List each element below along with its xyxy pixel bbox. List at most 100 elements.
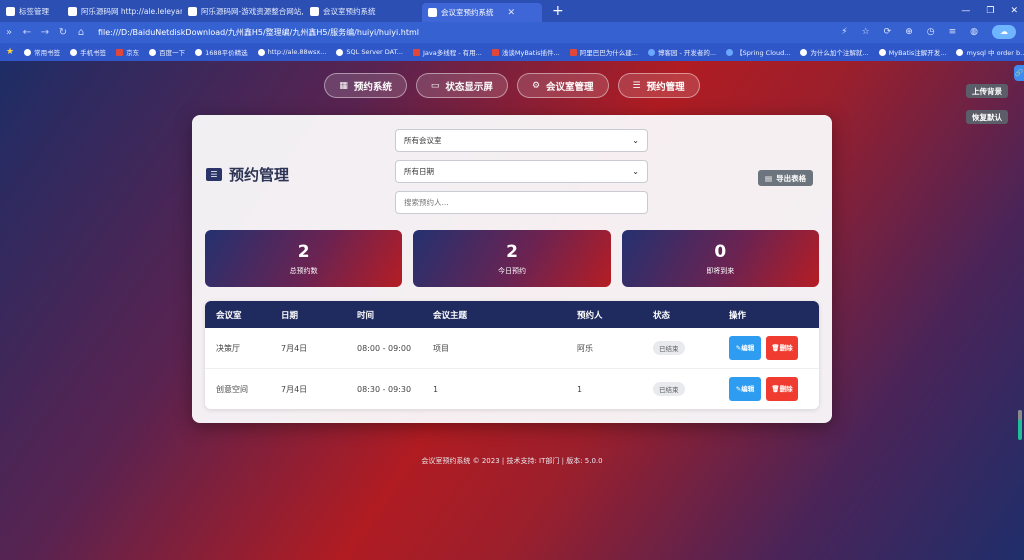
cloud-icon[interactable]: ☁ xyxy=(992,25,1016,39)
tab-favicon-icon xyxy=(310,6,319,16)
bookmark-icon xyxy=(70,48,78,56)
edit-button[interactable]: ✎ 编辑 xyxy=(729,336,761,360)
bookmark-item[interactable]: 浅谈MyBatis插件... xyxy=(491,47,560,57)
table-row: 决策厅 7月4日 08:00 - 09:00 项目 阿乐 已结束 ✎ 编辑 🗑 删除 xyxy=(205,328,819,369)
trash-icon: 🗑 xyxy=(771,344,780,352)
sidebar-toggle-icon[interactable]: » xyxy=(0,27,18,38)
browser-tab[interactable]: 阿乐源码网-游戏资源整合网站,不... xyxy=(182,0,304,22)
cell-topic: 项目 xyxy=(433,343,449,353)
bookmark-item[interactable]: 【Spring Cloud... xyxy=(726,47,790,57)
edit-button[interactable]: ✎ 编辑 xyxy=(729,377,761,401)
browser-tab[interactable]: 标签管理 xyxy=(0,0,62,22)
new-tab-icon[interactable]: + xyxy=(542,3,574,19)
forward-icon[interactable]: → xyxy=(36,27,54,38)
nav-room-management[interactable]: ⚙ 会议室管理 xyxy=(516,73,609,98)
restore-icon[interactable]: ❐ xyxy=(986,6,994,16)
bookmark-icon xyxy=(336,48,344,56)
history-icon[interactable]: ◷ xyxy=(927,27,935,37)
bookmark-icon xyxy=(647,48,655,56)
bookmark-icon xyxy=(956,48,964,56)
scrollbar-thumb[interactable] xyxy=(1018,410,1022,420)
cell-status: 已结束 xyxy=(653,382,729,396)
bookmark-item[interactable]: MyBatis注解开发... xyxy=(878,47,946,57)
calendar-icon: ▦ xyxy=(339,80,348,91)
room-filter-select[interactable]: 所有会议室 ⌄ xyxy=(395,129,648,152)
star-icon[interactable]: ☆ xyxy=(862,27,870,37)
bookmark-item[interactable]: http://ale.88wsx... xyxy=(257,48,326,56)
reset-default-button[interactable]: 恢复默认 xyxy=(966,110,1008,124)
page-title: ☰ 预约管理 xyxy=(206,164,289,185)
profile-icon[interactable]: ◍ xyxy=(970,27,978,37)
browser-tab[interactable]: 阿乐源码网 http://ale.leleyang... xyxy=(62,0,182,22)
bookmark-item[interactable]: 为什么加个注解就... xyxy=(800,47,869,57)
cell-time: 08:30 - 09:30 xyxy=(357,384,412,394)
bookmark-item[interactable]: 阿里巴巴为什么建... xyxy=(569,47,638,57)
date-filter-select[interactable]: 所有日期 ⌄ xyxy=(395,160,648,183)
status-badge: 已结束 xyxy=(653,382,685,396)
bookmark-icon xyxy=(116,48,124,56)
back-icon[interactable]: ← xyxy=(18,27,36,38)
bookmark-item[interactable]: 博客园 - 开发者的... xyxy=(647,47,716,57)
browser-tab-strip: 标签管理 阿乐源码网 http://ale.leleyang... 阿乐源码网-… xyxy=(0,0,1024,22)
bookmark-item[interactable]: SQL Server DAT... xyxy=(336,48,403,56)
menu-icon[interactable]: ≡ xyxy=(949,27,957,37)
bookmark-item[interactable]: 京东 xyxy=(116,47,139,57)
stat-card-total: 2 总预约数 xyxy=(205,230,403,287)
list-icon: ☰ xyxy=(206,168,222,181)
reload-icon[interactable]: ↻ xyxy=(54,27,72,38)
cell-actions: ✎ 编辑 🗑 删除 xyxy=(729,336,819,360)
status-badge: 已结束 xyxy=(653,341,685,355)
cell-date: 7月4日 xyxy=(281,384,308,394)
cell-topic: 1 xyxy=(433,384,439,394)
bookmark-icon xyxy=(195,48,203,56)
booking-management-card: ☰ 预约管理 所有会议室 ⌄ 所有日期 ⌄ ▤ 导出表格 2 总预约数 2 xyxy=(192,115,832,423)
download-icon[interactable]: ⊕ xyxy=(905,27,913,37)
trash-icon: 🗑 xyxy=(771,385,780,393)
window-controls: — ❐ ✕ xyxy=(961,0,1018,22)
bookmark-star-icon[interactable]: ★ xyxy=(6,47,14,57)
close-window-icon[interactable]: ✕ xyxy=(1010,6,1018,16)
search-input[interactable] xyxy=(395,191,648,214)
bookmark-item[interactable]: 手机书签 xyxy=(70,47,106,57)
list-icon: ☰ xyxy=(632,80,641,91)
tab-favicon-icon xyxy=(68,6,77,16)
bookmark-item[interactable]: Java多线程 - 有用... xyxy=(412,47,482,57)
browser-tab[interactable]: 会议室预约系统 xyxy=(304,0,422,22)
file-export-icon: ▤ xyxy=(765,173,773,183)
tab-favicon-icon xyxy=(428,8,437,17)
bookmark-item[interactable]: 1688平价精选 xyxy=(195,47,248,57)
bookmark-bar: ★ 常用书签 手机书签 京东 百度一下 1688平价精选 http://ale.… xyxy=(0,43,1024,61)
nav-status-display[interactable]: ▭ 状态显示屏 xyxy=(415,73,508,98)
stat-card-today: 2 今日预约 xyxy=(413,230,611,287)
column-header: 会议主题 xyxy=(433,310,468,321)
chevron-down-icon: ⌄ xyxy=(632,167,639,176)
tab-favicon-icon xyxy=(6,6,15,16)
extension-icon[interactable]: ⟳ xyxy=(884,27,892,37)
browser-tab-active[interactable]: 会议室预约系统 ✕ xyxy=(422,3,542,22)
close-tab-icon[interactable]: ✕ xyxy=(508,8,516,18)
lightning-icon[interactable]: ⚡ xyxy=(841,27,847,37)
bookmark-icon xyxy=(491,48,499,56)
bookmark-item[interactable]: 常用书签 xyxy=(24,47,60,57)
delete-button[interactable]: 🗑 删除 xyxy=(766,336,798,360)
bookmark-item[interactable]: mysql 中 order b... xyxy=(956,47,1024,57)
url-input[interactable]: file:///D:/BaiduNetdiskDownload/九州鑫H5/整理… xyxy=(98,27,419,38)
delete-button[interactable]: 🗑 删除 xyxy=(766,377,798,401)
nav-booking-system[interactable]: ▦ 预约系统 xyxy=(324,73,407,98)
bookmark-icon xyxy=(257,48,265,56)
column-header: 预约人 xyxy=(577,310,603,321)
cell-actions: ✎ 编辑 🗑 删除 xyxy=(729,377,819,401)
export-table-button[interactable]: ▤ 导出表格 xyxy=(758,170,814,186)
bookmark-icon xyxy=(800,48,808,56)
bookmark-item[interactable]: 百度一下 xyxy=(149,47,185,57)
column-header: 时间 xyxy=(357,310,375,321)
stat-card-upcoming: 0 即将到来 xyxy=(621,230,819,287)
home-icon[interactable]: ⌂ xyxy=(72,27,90,38)
cell-time: 08:00 - 09:00 xyxy=(357,343,412,353)
minimize-icon[interactable]: — xyxy=(961,6,970,16)
bookmark-icon xyxy=(726,48,734,56)
stats-row: 2 总预约数 2 今日预约 0 即将到来 xyxy=(205,230,819,287)
nav-booking-management[interactable]: ☰ 预约管理 xyxy=(617,73,700,98)
upload-background-button[interactable]: 上传背景 xyxy=(966,84,1008,98)
page-content: 🔗 ▦ 预约系统 ▭ 状态显示屏 ⚙ 会议室管理 ☰ 预约管理 上传背景 恢复默… xyxy=(0,61,1024,560)
